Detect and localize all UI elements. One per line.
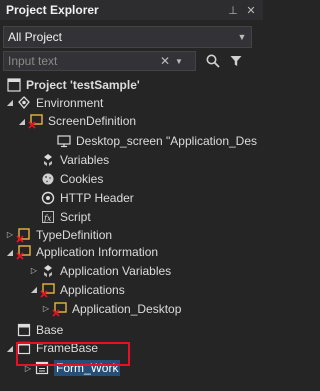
collapsed-arrow-icon[interactable]: ▷ <box>4 226 16 244</box>
tree-item-label: Application_Desktop <box>72 301 182 316</box>
variables-icon <box>40 152 56 168</box>
tree-item-label: Variables <box>60 152 110 167</box>
tree-item-label: TypeDefinition <box>36 227 113 242</box>
scope-select[interactable]: All Project ▼ <box>3 26 252 48</box>
tree-item-label: Desktop_screen "Application_Des <box>76 133 258 148</box>
tree-item-frame-base[interactable]: ◢ FrameBase <box>0 339 263 357</box>
search-box: ✕ ▼ <box>3 51 196 71</box>
chevron-down-icon[interactable]: ▼ <box>233 32 251 42</box>
tree-item-environment[interactable]: ◢ Environment <box>0 94 263 111</box>
variables-icon <box>40 263 56 279</box>
tree-item-http-header[interactable]: HTTP Header <box>0 188 263 207</box>
tree-item-screen-definition[interactable]: ◢ ScreenDefinition <box>0 111 263 131</box>
expanded-arrow-icon[interactable]: ◢ <box>4 94 16 112</box>
tree-item-label: Project 'testSample' <box>26 78 140 92</box>
tree-item-label: Application Information <box>36 245 159 259</box>
clear-icon[interactable]: ✕ <box>158 54 172 68</box>
filter-icon <box>230 56 242 66</box>
frame-icon <box>16 340 32 356</box>
tree-item-application-variables[interactable]: ▷ Application Variables <box>0 261 263 280</box>
collapsed-arrow-icon[interactable]: ▷ <box>22 359 34 377</box>
form-icon <box>34 360 50 376</box>
type-definition-error-icon <box>16 227 32 243</box>
tree-item-label: Application Variables <box>60 263 172 278</box>
tree-item-variables[interactable]: Variables <box>0 150 263 169</box>
tree-item-label: Environment <box>36 95 104 110</box>
pin-icon[interactable]: ⊥ <box>227 4 239 17</box>
expanded-arrow-icon[interactable]: ◢ <box>4 339 16 357</box>
project-icon <box>6 77 22 93</box>
project-tree: Project 'testSample' ◢ Environment ◢ Scr… <box>0 76 263 378</box>
collapsed-arrow-icon[interactable]: ▷ <box>40 300 52 318</box>
search-history-dropdown-icon[interactable]: ▼ <box>172 57 186 66</box>
tree-item-type-definition[interactable]: ▷ TypeDefinition <box>0 226 263 243</box>
globe-icon <box>40 190 56 206</box>
tree-item-form-work[interactable]: ▷ Form_Work <box>0 358 263 378</box>
tree-item-application-information[interactable]: ◢ Application Information <box>0 243 263 261</box>
tree-item-desktop-screen[interactable]: Desktop_screen "Application_Des <box>0 131 263 150</box>
tree-item-label: HTTP Header <box>60 190 134 205</box>
tree-item-label: FrameBase <box>36 341 99 355</box>
tree-item-project[interactable]: Project 'testSample' <box>0 76 263 94</box>
cookie-icon <box>40 171 56 187</box>
expanded-arrow-icon[interactable]: ◢ <box>16 112 28 130</box>
panel-controls: ⊥ ✕ <box>227 4 263 17</box>
environment-icon <box>16 95 32 111</box>
application-information-error-icon <box>16 244 32 260</box>
screen-definition-error-icon <box>28 113 44 129</box>
scope-select-value: All Project <box>8 30 63 44</box>
tree-item-cookies[interactable]: Cookies <box>0 169 263 188</box>
tree-item-application-desktop[interactable]: ▷ Application_Desktop <box>0 299 263 318</box>
tree-item-label: ScreenDefinition <box>48 114 137 128</box>
monitor-icon <box>56 133 72 149</box>
tree-item-label: Applications <box>60 282 125 297</box>
svg-text:fx: fx <box>43 214 52 223</box>
collapsed-arrow-icon[interactable]: ▷ <box>28 262 40 280</box>
tree-item-label: Base <box>36 322 64 337</box>
base-icon <box>16 322 32 338</box>
panel-header: Project Explorer ⊥ ✕ <box>0 0 263 20</box>
search-button[interactable] <box>202 51 224 71</box>
expanded-arrow-icon[interactable]: ◢ <box>4 243 16 261</box>
search-input[interactable] <box>8 54 158 68</box>
expanded-arrow-icon[interactable]: ◢ <box>28 281 40 299</box>
search-icon <box>206 54 220 68</box>
search-row: ✕ ▼ <box>3 51 246 71</box>
tree-item-label: Cookies <box>60 171 104 186</box>
tree-item-label: Form_Work <box>54 360 121 376</box>
applications-error-icon <box>40 282 56 298</box>
tree-item-label: Script <box>60 209 91 224</box>
close-icon[interactable]: ✕ <box>245 4 257 17</box>
tree-item-base[interactable]: Base <box>0 320 263 339</box>
tree-item-script[interactable]: fx Script <box>0 207 263 226</box>
tree-item-applications[interactable]: ◢ Applications <box>0 280 263 299</box>
filter-button[interactable] <box>226 51 246 71</box>
script-icon: fx <box>40 209 56 225</box>
application-desktop-error-icon <box>52 301 68 317</box>
panel-title: Project Explorer <box>6 3 99 17</box>
